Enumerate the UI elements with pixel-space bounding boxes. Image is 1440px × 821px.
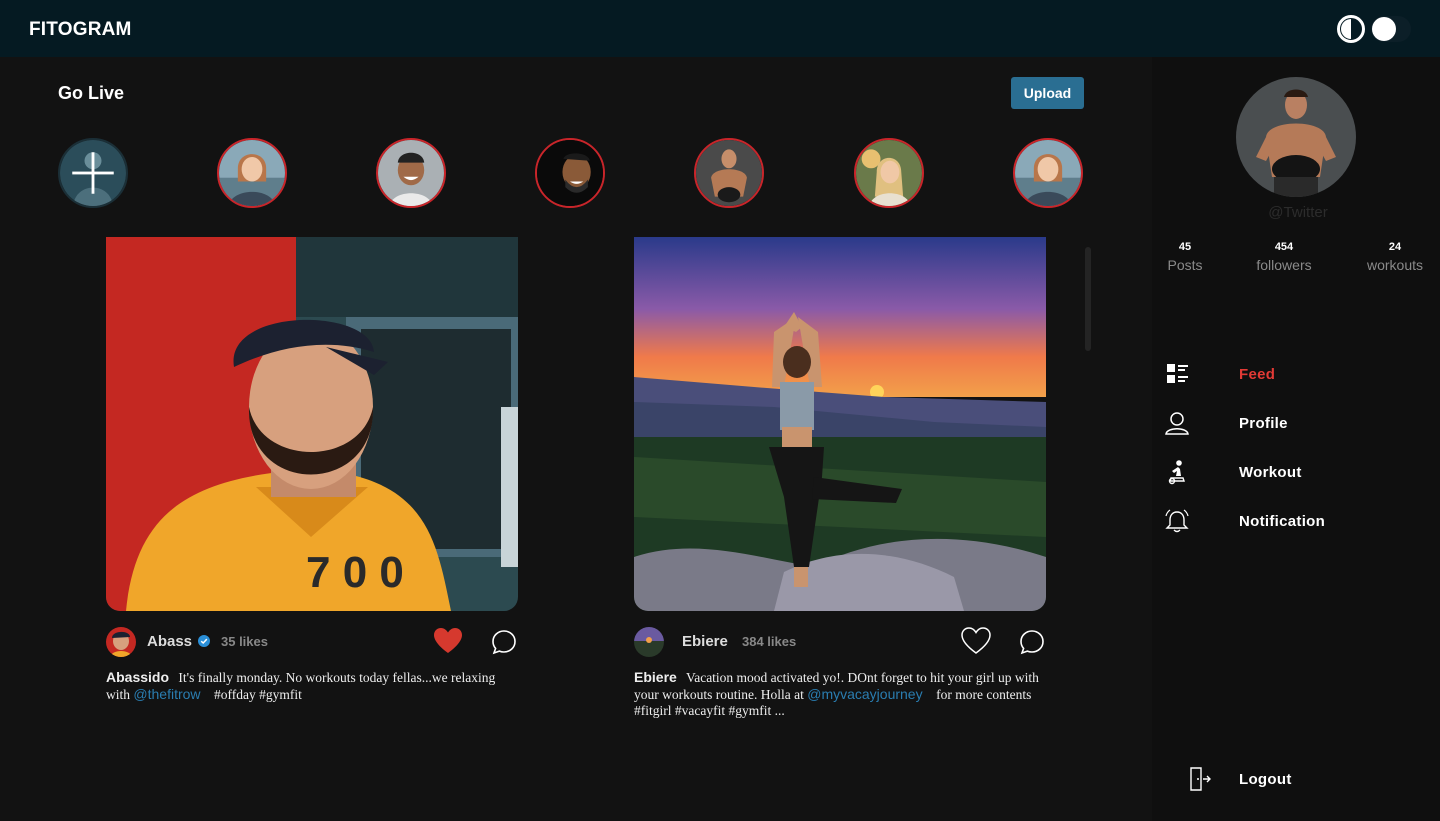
logout-label: Logout	[1239, 771, 1292, 788]
caption-username[interactable]: Ebiere	[634, 669, 677, 685]
upload-button[interactable]: Upload	[1011, 77, 1084, 109]
add-story-button[interactable]	[58, 138, 128, 208]
contrast-icon[interactable]	[1336, 14, 1366, 44]
story-avatar[interactable]	[217, 138, 287, 208]
logout-button[interactable]: Logout	[1164, 764, 1424, 794]
post-image[interactable]	[634, 237, 1046, 611]
bell-icon	[1165, 509, 1189, 533]
post-card: 7 0 0 Abass 35 likes Abassido It's final…	[106, 237, 518, 703]
nav-label: Workout	[1239, 464, 1302, 481]
stat-label: followers	[1256, 257, 1312, 273]
svg-text:7 0 0: 7 0 0	[306, 548, 404, 597]
heart-icon[interactable]	[433, 627, 463, 655]
post-card: Ebiere 384 likes Ebiere Vacation mood ac…	[634, 237, 1046, 719]
story-avatar[interactable]	[854, 138, 924, 208]
caption-mention-link[interactable]: @thefitrow	[133, 686, 200, 702]
nav-label: Profile	[1239, 415, 1288, 432]
feed-icon	[1167, 364, 1188, 383]
comment-icon[interactable]	[1019, 629, 1045, 655]
verified-badge-icon	[198, 635, 210, 647]
caption-hashtags[interactable]: #offday #gymfit	[214, 687, 302, 702]
post-author-avatar[interactable]	[634, 627, 664, 657]
stat-value: 454	[1274, 241, 1294, 253]
stat-posts[interactable]: 45 Posts	[1140, 241, 1230, 273]
nav-label: Notification	[1239, 513, 1326, 530]
workout-icon	[1168, 460, 1185, 485]
likes-count: 35 likes	[221, 634, 268, 649]
caption-mention-link[interactable]: @myvacayjourney	[807, 686, 922, 702]
stat-followers[interactable]: 454 followers	[1239, 241, 1329, 273]
story-avatar[interactable]	[1013, 138, 1083, 208]
post-image[interactable]: 7 0 0	[106, 237, 518, 611]
post-author-name[interactable]: Ebiere	[682, 633, 728, 650]
top-bar: FITOGRAM	[0, 0, 1440, 57]
stat-value: 24	[1388, 241, 1402, 253]
likes-count: 384 likes	[742, 634, 797, 649]
brand-logo[interactable]: FITOGRAM	[29, 19, 132, 41]
stat-workouts[interactable]: 24 workouts	[1350, 241, 1440, 273]
profile-sidebar: @Twitter 45 Posts 454 followers 24 worko…	[1152, 57, 1440, 821]
nav-item-workout[interactable]: Workout	[1164, 457, 1424, 487]
feed-scrollbar[interactable]	[1085, 247, 1091, 351]
stat-label: workouts	[1366, 257, 1424, 273]
heart-outline-icon[interactable]	[961, 627, 991, 655]
story-avatar[interactable]	[694, 138, 764, 208]
nav-item-feed[interactable]: Feed	[1164, 359, 1424, 389]
post-author-name[interactable]: Abass	[147, 633, 192, 650]
nav-item-notification[interactable]: Notification	[1164, 506, 1424, 536]
go-live-heading: Go Live	[58, 83, 125, 103]
profile-icon	[1165, 412, 1189, 435]
logout-icon	[1190, 767, 1211, 791]
profile-handle[interactable]: @Twitter	[1252, 204, 1344, 221]
stat-value: 45	[1178, 241, 1192, 253]
profile-avatar[interactable]	[1236, 77, 1356, 197]
post-author-avatar[interactable]	[106, 627, 136, 657]
comment-icon[interactable]	[491, 629, 517, 655]
story-avatar[interactable]	[535, 138, 605, 208]
feed-area: Go Live Upload 7 0 0 Abass 35 likes Abas…	[0, 57, 1152, 821]
toggle-knob	[1372, 17, 1396, 41]
story-avatar[interactable]	[376, 138, 446, 208]
nav-item-profile[interactable]: Profile	[1164, 408, 1424, 438]
caption-username[interactable]: Abassido	[106, 669, 169, 685]
post-caption: Ebiere Vacation mood activated yo!. DOnt…	[634, 669, 1046, 719]
nav-label: Feed	[1239, 366, 1276, 383]
post-caption: Abassido It's finally monday. No workout…	[106, 669, 518, 703]
stat-label: Posts	[1167, 257, 1203, 273]
dark-mode-toggle[interactable]	[1371, 16, 1411, 42]
